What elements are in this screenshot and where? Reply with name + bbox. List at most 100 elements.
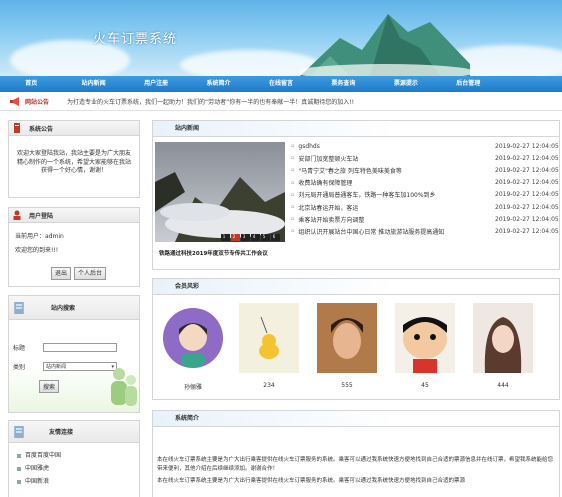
bullet-icon: ▫ <box>291 179 295 186</box>
news-header: 站内新闻 <box>153 121 559 137</box>
news-row[interactable]: ▫ 刘元局开通局普通客车，铁路一种客车加100%到乡 2019-02-27 12:0… <box>291 189 559 201</box>
friend-links-panel: 友情连接 百度百度中国 中国雅虎 中国新浪 <box>8 420 140 497</box>
login-header: 用户登陆 <box>9 208 139 223</box>
news-section: 站内新闻 1 2 3 4 5 6 铁路通过科技2019年度双节专传共工作会议 ▫… <box>152 120 560 270</box>
search-title-row: 标题 <box>13 343 118 352</box>
news-date: 2019-02-27 12:04:05 <box>495 166 559 174</box>
member-avatar[interactable] <box>473 303 533 373</box>
main-nav: 首页 站内新闻 用户注册 系统简介 在线留言 票务查询 票源提示 后台管理 <box>0 76 562 92</box>
current-user-label: 当前用户： <box>15 233 46 240</box>
friend-link-label: 百度百度中国 <box>25 452 62 459</box>
news-row[interactable]: ▫ 乘客站开始卖票方向调整 2019-02-27 12:04:05 <box>291 213 559 225</box>
nav-item-about[interactable]: 系统简介 <box>187 76 249 92</box>
logout-button[interactable]: 退出 <box>51 267 72 280</box>
member-name[interactable]: 444 <box>473 382 533 389</box>
member-avatar[interactable] <box>163 303 223 373</box>
nav-item-admin[interactable]: 后台管理 <box>437 76 499 92</box>
megaphone-icon <box>10 97 19 106</box>
search-input[interactable] <box>43 343 118 352</box>
nav-item-news[interactable]: 站内新闻 <box>62 76 124 92</box>
slide-caption[interactable]: 铁路通过科技2019年度双节专传共工作会议 <box>159 249 287 257</box>
news-row[interactable]: ▫ 安部门加宽整顿火车站 2019-02-27 12:04:05 <box>291 152 559 164</box>
news-title[interactable]: 刘元局开通局普通客车，铁路一种客车加100%到乡 <box>298 190 435 199</box>
member-card[interactable]: 234 <box>239 303 299 389</box>
news-row[interactable]: ▫ 收费站确有保障管理 2019-02-27 12:04:05 <box>291 177 559 189</box>
intro-paragraph: 本在线火车订票系统主要是为广大出行乘客提供在线火车订票服务的系统。乘客可以通过我… <box>157 457 554 472</box>
news-title[interactable]: 乘客站开始卖票方向调整 <box>298 215 364 224</box>
site-title: 火车订票系统 <box>93 32 178 47</box>
bullet-icon: ▫ <box>291 143 295 150</box>
people-illustration-icon <box>111 368 137 406</box>
friend-link-label: 中国雅虎 <box>25 465 50 472</box>
member-name[interactable]: 孙俪雅 <box>163 382 223 391</box>
news-row[interactable]: ▫ 北京站春运开始，客运 2019-02-27 12:04:05 <box>291 201 559 213</box>
document-icon <box>14 301 24 314</box>
news-title[interactable]: 北京站春运开始，客运 <box>298 203 358 212</box>
news-row[interactable]: ▫ "马青宁艾"春之旅 列车特色美味美食等 2019-02-27 12:04:05 <box>291 164 559 176</box>
bullet-icon: ▫ <box>291 204 295 211</box>
nav-item-ticket-query[interactable]: 票务查询 <box>312 76 374 92</box>
news-row[interactable]: ▫ 组织认识开展站台中国心日常 推动旅游站服务提高通知 2019-02-27 12:… <box>291 225 559 237</box>
search-panel: 站内搜索 标题 类别 站内新闻 ▾ 搜索 <box>8 295 140 413</box>
member-avatar[interactable] <box>317 303 377 373</box>
news-title[interactable]: gsdhds <box>298 143 319 150</box>
friend-links-header: 友情连接 <box>9 421 139 443</box>
friend-link-item[interactable]: 中国新浪 <box>17 475 131 488</box>
friend-links-title: 友情连接 <box>49 429 74 436</box>
bullet-icon <box>17 466 21 471</box>
member-card[interactable]: 孙俪雅 <box>163 303 223 391</box>
news-slideshow[interactable] <box>155 142 285 262</box>
search-button[interactable]: 搜索 <box>39 380 60 393</box>
announcement-panel: 系统公告 欢迎大家登陆我站，我站主要是为广大朋友精心制作的一个系统，希望大家能够… <box>8 120 140 198</box>
notice-bar: 网站公告 为打造专业的火车订票系统，我们一起助力！我们的“劳动者”你有一半的也有… <box>0 93 562 111</box>
member-avatar[interactable] <box>239 303 299 373</box>
nav-item-home[interactable]: 首页 <box>0 76 62 92</box>
cloud-decoration <box>180 50 320 76</box>
news-row[interactable]: ▫ gsdhds 2019-02-27 12:04:05 <box>291 140 559 152</box>
category-select[interactable]: 站内新闻 ▾ <box>43 362 118 371</box>
category-label: 类别 <box>13 364 26 371</box>
news-date: 2019-02-27 12:04:05 <box>495 203 559 211</box>
friend-link-item[interactable]: 百度百度中国 <box>17 449 131 462</box>
member-name[interactable]: 555 <box>317 382 377 389</box>
news-date: 2019-02-27 12:04:05 <box>495 179 559 187</box>
member-name[interactable]: 45 <box>395 382 455 389</box>
announcement-title: 系统公告 <box>29 125 54 133</box>
login-panel: 用户登陆 当前用户：admin 欢迎您的到来!!! 退出 个人后台 <box>8 207 140 287</box>
news-date: 2019-02-27 12:04:05 <box>495 215 559 223</box>
user-center-button[interactable]: 个人后台 <box>74 267 107 280</box>
announcement-text: 欢迎大家登陆我站，我站主要是为广大朋友精心制作的一个系统，希望大家能够在我站获得… <box>17 150 132 174</box>
news-title[interactable]: 安部门加宽整顿火车站 <box>298 154 358 163</box>
intro-text: 本在线火车订票系统主要是为广大出行乘客提供在线火车订票服务的系统。乘客可以通过我… <box>153 427 559 486</box>
current-user-line: 当前用户：admin <box>15 232 133 241</box>
member-card[interactable]: 444 <box>473 303 533 389</box>
news-title[interactable]: 收费站确有保障管理 <box>298 178 352 187</box>
members-header: 会员风彩 <box>153 279 559 295</box>
user-icon <box>13 210 21 220</box>
bullet-icon: ▫ <box>291 216 295 223</box>
member-card[interactable]: 45 <box>395 303 455 389</box>
nav-item-guestbook[interactable]: 在线留言 <box>250 76 312 92</box>
search-header: 站内搜索 <box>9 296 139 320</box>
notice-label: 网站公告 <box>25 99 50 106</box>
news-title[interactable]: "马青宁艾"春之旅 列车特色美味美食等 <box>298 166 401 175</box>
news-title[interactable]: 组织认识开展站台中国心日常 推动旅游站服务提高通知 <box>298 227 444 236</box>
notice-text: 为打造专业的火车订票系统，我们一起助力！我们的“劳动者”你有一半的也有奉献一半！… <box>67 99 355 106</box>
announcement-header: 系统公告 <box>9 121 139 136</box>
member-card[interactable]: 555 <box>317 303 377 389</box>
member-name[interactable]: 234 <box>239 382 299 389</box>
welcome-text: 欢迎您的到来!!! <box>15 247 59 254</box>
friend-links-list: 百度百度中国 中国雅虎 中国新浪 <box>9 443 139 494</box>
bullet-icon: ▫ <box>291 228 295 235</box>
nav-item-ticket-tips[interactable]: 票源提示 <box>375 76 437 92</box>
category-value: 站内新闻 <box>46 364 67 370</box>
login-body: 当前用户：admin 欢迎您的到来!!! 退出 个人后台 <box>9 223 139 286</box>
intro-section: 系统简介 本在线火车订票系统主要是为广大出行乘客提供在线火车订票服务的系统。乘客… <box>152 410 560 497</box>
intro-paragraph: 本在线火车订票系统主要是为广大出行乘客提供在线火车订票服务的系统。乘客可以通过我… <box>157 478 466 484</box>
notice-icon <box>14 123 20 133</box>
nav-item-register[interactable]: 用户注册 <box>125 76 187 92</box>
bullet-icon: ▫ <box>291 155 295 162</box>
friend-link-item[interactable]: 中国雅虎 <box>17 462 131 475</box>
member-avatar[interactable] <box>395 303 455 373</box>
news-list: ▫ gsdhds 2019-02-27 12:04:05 ▫ 安部门加宽整顿火车站 20… <box>291 140 559 238</box>
